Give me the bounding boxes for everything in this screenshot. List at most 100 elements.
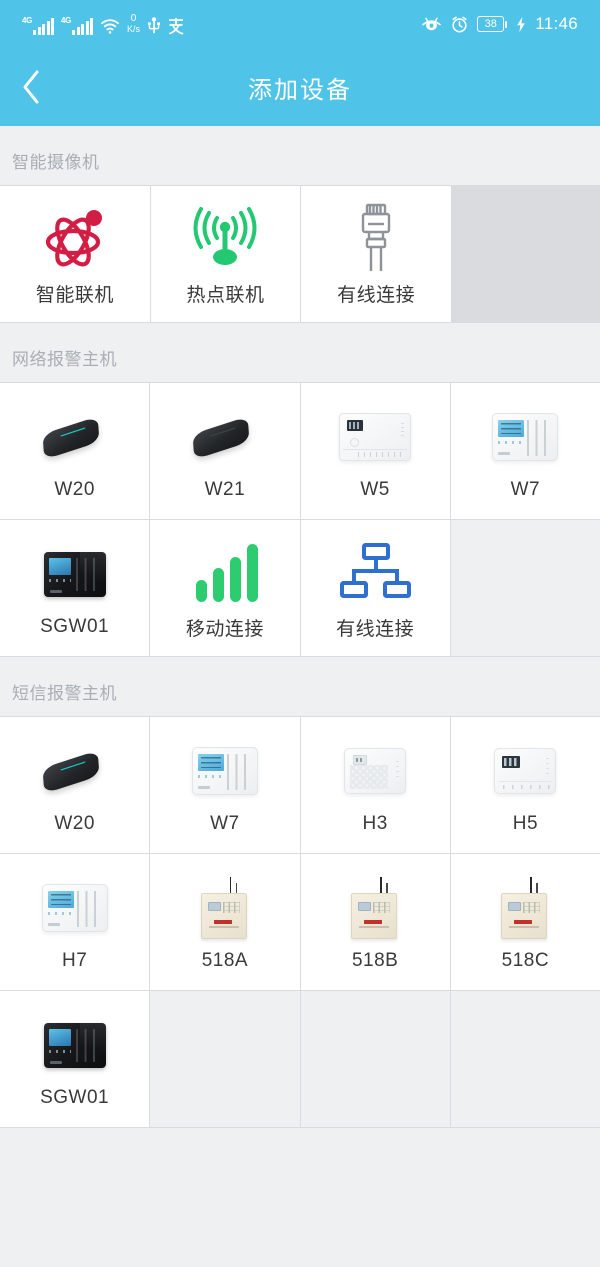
section-header: 短信报警主机: [12, 684, 117, 703]
battery-indicator: 38: [477, 16, 508, 32]
device-card-label: W7: [210, 813, 240, 834]
device-card-label: SGW01: [40, 1087, 110, 1108]
hotspot-antenna-icon: [190, 204, 260, 272]
device-card-icon: [301, 536, 450, 608]
device-thumb-w7: [191, 747, 258, 795]
device-thumb-518c: [497, 877, 553, 939]
device-card-label: H5: [512, 813, 539, 834]
device-card-label: 518A: [201, 950, 249, 971]
device-card-label: W20: [54, 479, 95, 500]
device-card-label: W7: [510, 479, 541, 500]
device-thumb-w20: [38, 414, 112, 460]
device-card-label: 有线连接: [337, 284, 416, 306]
grid-filler: [150, 991, 300, 1127]
app-bar: 添加设备: [0, 48, 600, 126]
device-grid: W20 W21 W5 W7 SGW01 移动连接 有线连接: [0, 382, 600, 657]
device-card[interactable]: 518A: [150, 854, 300, 990]
device-thumb-518a: [197, 877, 253, 939]
device-card-icon: [0, 202, 150, 274]
network-speed-value: 0: [130, 12, 137, 24]
device-card-icon: [301, 735, 450, 807]
device-card-icon: [301, 202, 451, 274]
section-header: 网络报警主机: [12, 350, 117, 369]
device-card[interactable]: 移动连接: [150, 520, 300, 656]
device-card[interactable]: W7: [450, 383, 600, 519]
status-bar: 4G 4G 0 K/s 38 11:46: [0, 0, 600, 48]
device-card[interactable]: W20: [0, 717, 150, 853]
device-card-icon: [150, 401, 299, 473]
device-card[interactable]: W21: [150, 383, 300, 519]
device-thumb-h3: [344, 748, 407, 794]
device-card[interactable]: H7: [0, 854, 150, 990]
device-thumb-sgw01: [43, 1022, 106, 1068]
device-card[interactable]: W20: [0, 383, 150, 519]
device-card[interactable]: 有线连接: [301, 186, 451, 322]
device-card-icon: [150, 872, 299, 944]
device-thumb-h5: [494, 748, 557, 794]
network-speed-unit: K/s: [127, 23, 141, 34]
status-bar-right: 38 11:46: [421, 14, 578, 34]
device-card[interactable]: W5: [300, 383, 450, 519]
device-card-label: H7: [61, 950, 88, 971]
device-thumb-w5: [339, 413, 412, 461]
device-thumb-sgw01: [43, 551, 106, 597]
battery-level: 38: [477, 16, 505, 32]
device-card[interactable]: 智能联机: [0, 186, 150, 322]
network-speed-indicator: 0 K/s: [127, 12, 141, 34]
device-thumb-w21: [188, 414, 262, 460]
device-card[interactable]: H3: [300, 717, 450, 853]
back-button[interactable]: [0, 48, 62, 126]
device-thumb-518b: [347, 877, 403, 939]
device-card-icon: [150, 735, 299, 807]
device-card-icon: [301, 872, 450, 944]
device-card[interactable]: SGW01: [0, 991, 150, 1127]
signal-bars-sim2-icon: 4G: [61, 15, 93, 35]
device-thumb-h7: [41, 884, 108, 932]
device-card-label: 热点联机: [186, 284, 265, 306]
grid-filler: [300, 991, 450, 1127]
section-header: 智能摄像机: [12, 153, 100, 172]
status-bar-left: 4G 4G 0 K/s: [22, 12, 421, 35]
back-chevron-icon: [23, 70, 39, 104]
device-card-label: 518B: [351, 950, 399, 971]
alarm-clock-icon: [451, 16, 468, 33]
device-card-icon: [0, 1009, 149, 1081]
status-bar-clock: 11:46: [535, 14, 578, 33]
device-card-icon: [301, 401, 450, 473]
device-card-icon: [451, 401, 600, 473]
grid-filler: [450, 991, 600, 1127]
alipay-icon: [168, 17, 184, 35]
device-thumb-w20: [38, 748, 112, 794]
device-card[interactable]: H5: [450, 717, 600, 853]
device-card-label: W5: [360, 479, 390, 500]
device-card-label: SGW01: [40, 616, 110, 637]
device-thumb-w7: [492, 413, 559, 461]
device-card[interactable]: SGW01: [0, 520, 150, 656]
app-screen: 4G 4G 0 K/s 38 11:46 添加设备 智能摄像机 智能联机 热点联…: [0, 0, 600, 1267]
device-card[interactable]: 518B: [300, 854, 450, 990]
device-card-label: 有线连接: [336, 618, 415, 640]
network-topology-icon: [339, 542, 412, 602]
device-card[interactable]: W7: [150, 717, 300, 853]
device-card-label: H3: [362, 813, 388, 834]
grid-filler: [450, 520, 600, 656]
device-card-icon: [0, 401, 149, 473]
device-card-icon: [0, 538, 149, 610]
device-grid: W20 W7 H3 H5 H7 518A 518B 518C SGW01: [0, 716, 600, 1128]
device-card-icon: [451, 872, 600, 944]
device-card[interactable]: 热点联机: [150, 186, 301, 322]
device-card-label: 移动连接: [185, 618, 264, 640]
device-catalog: 智能摄像机 智能联机 热点联机 有线连接 网络报警主机 W20 W21 W5 W…: [0, 126, 600, 1128]
device-card[interactable]: 518C: [450, 854, 600, 990]
cellular-bars-icon: [192, 540, 258, 604]
device-card-icon: [0, 872, 149, 944]
device-grid: 智能联机 热点联机 有线连接: [0, 185, 600, 323]
device-card-label: 518C: [501, 950, 550, 971]
device-card-icon: [150, 536, 299, 608]
charging-bolt-icon: [516, 16, 526, 33]
device-card-label: W21: [204, 479, 246, 500]
page-title: 添加设备: [248, 76, 352, 104]
device-card-label: W20: [54, 813, 95, 834]
device-card[interactable]: 有线连接: [300, 520, 450, 656]
wifi-icon: [100, 17, 120, 35]
